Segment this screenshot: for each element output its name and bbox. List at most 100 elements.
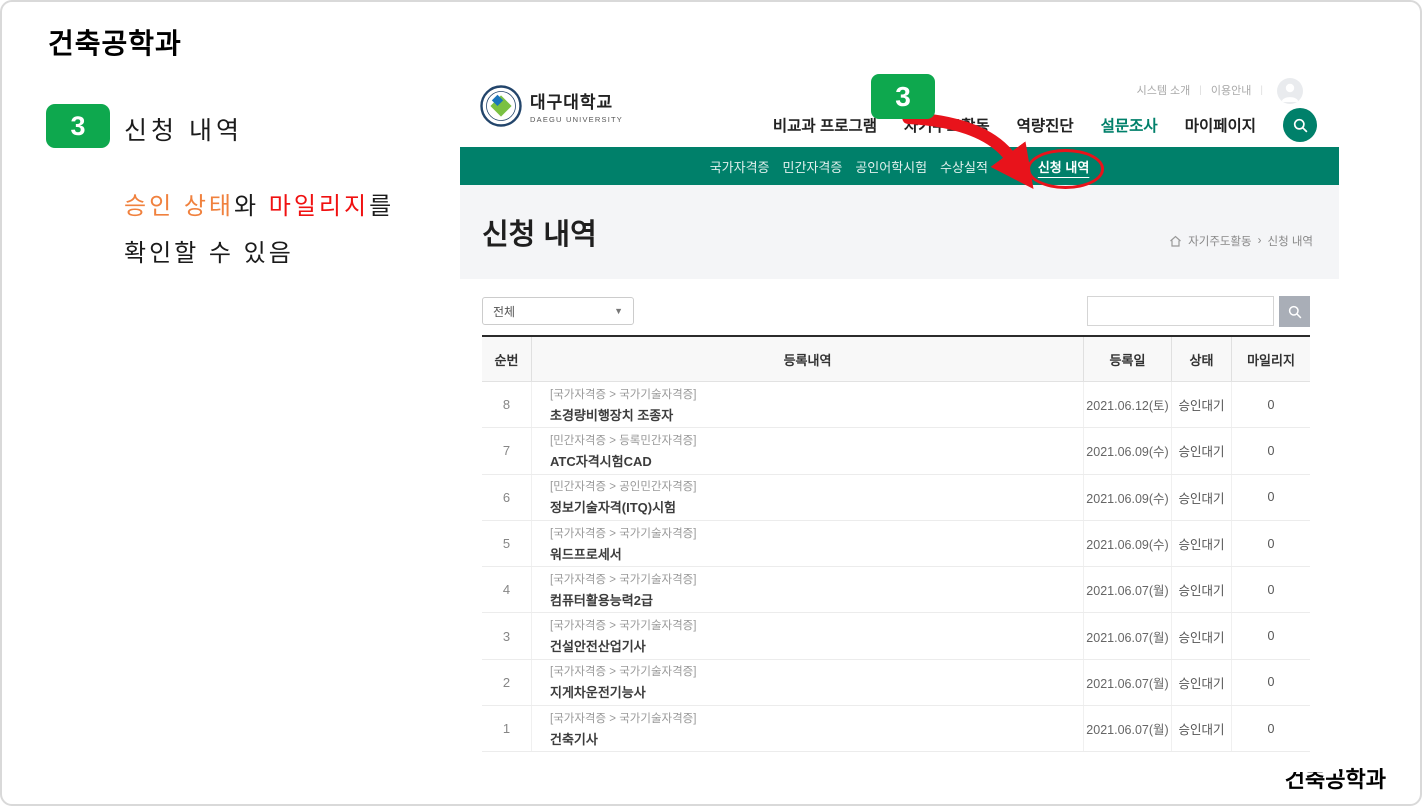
subnav-item-awards[interactable]: 수상실적 (940, 157, 988, 176)
category-filter-dropdown[interactable]: 전체 ▼ (482, 297, 634, 325)
cell-date: 2021.06.09(수) (1084, 428, 1172, 473)
cell-category: [민간자격증 > 공인민간자격증] (550, 478, 696, 494)
cell-status: 승인대기 (1172, 382, 1232, 427)
cell-no: 4 (482, 567, 532, 612)
cell-detail: [국가자격증 > 국가기술자격증]초경량비행장치 조종자 (532, 382, 1084, 427)
cell-detail: [국가자격증 > 국가기술자격증] 건설안전산업기사 (532, 613, 1084, 658)
page-title-band: 신청 내역 자기주도활동 › 신청 내역 (460, 185, 1339, 279)
cell-mileage: 0 (1232, 382, 1310, 427)
cell-date: 2021.06.07(월) (1084, 660, 1172, 705)
cell-status: 승인대기 (1172, 521, 1232, 566)
cell-name: 건축기사 (550, 729, 598, 748)
cell-category: [국가자격증 > 국가기술자격증] (550, 710, 696, 726)
desc-particle1: 와 (234, 193, 269, 220)
nav-item-extracurricular-programs[interactable]: 비교과 프로그램 (773, 114, 877, 136)
sub-navigation: 국가자격증 민간자격증 공인어학시험 수상실적 기타 신청 내역 (460, 147, 1339, 185)
column-header-mileage: 마일리지 (1232, 337, 1310, 381)
slide-title: 건축공학과 (48, 22, 182, 62)
table-header-row: 순번 등록내역 등록일 상태 마일리지 (482, 335, 1310, 382)
breadcrumb-section[interactable]: 자기주도활동 (1188, 233, 1251, 249)
subnav-item-language-test[interactable]: 공인어학시험 (855, 157, 927, 176)
home-icon[interactable] (1169, 235, 1182, 248)
cell-detail: [국가자격증 > 국가기술자격증]컴퓨터활용능력2급 (532, 567, 1084, 612)
cell-category: [국가자격증 > 국가기술자격증] (550, 386, 696, 402)
search-icon (1288, 305, 1302, 319)
cell-no: 7 (482, 428, 532, 473)
university-logo-icon (480, 85, 522, 127)
cell-date: 2021.06.07(월) (1084, 613, 1172, 658)
application-history-table: 순번 등록내역 등록일 상태 마일리지 8 [국가자격증 > 국가기술자격증]초… (482, 335, 1310, 752)
cell-name: 지게차운전기능사 (550, 682, 646, 701)
annotation-red-circle (1027, 149, 1104, 189)
utility-separator: | (1199, 85, 1202, 96)
cell-name: 정보기술자격(ITQ)시험 (550, 497, 676, 516)
user-avatar[interactable] (1277, 78, 1303, 104)
step-description-line1: 승인 상태와 마일리지를 (124, 186, 394, 221)
cell-no: 6 (482, 475, 532, 520)
cell-status: 승인대기 (1172, 475, 1232, 520)
dropdown-selected-value: 전체 (493, 303, 515, 320)
cell-name: 컴퓨터활용능력2급 (550, 590, 653, 609)
column-header-detail: 등록내역 (532, 337, 1084, 381)
table-row: 8 [국가자격증 > 국가기술자격증]초경량비행장치 조종자 2021.06.1… (482, 382, 1310, 428)
cell-detail: [민간자격증 > 등록민간자격증] ATC자격시험CAD (532, 428, 1084, 473)
main-navigation: 비교과 프로그램 자기주도활동 역량진단 설문조사 마이페이지 (773, 108, 1317, 142)
nav-item-competency-diagnosis[interactable]: 역량진단 (1017, 114, 1074, 136)
annotation-step-badge: 3 (871, 74, 935, 119)
cell-mileage: 0 (1232, 521, 1310, 566)
cell-detail: [국가자격증 > 국가기술자격증]워드프로세서 (532, 521, 1084, 566)
logo-name-korean: 대구대학교 (530, 88, 623, 113)
step-description-line2: 확인할 수 있음 (124, 233, 294, 268)
subnav-item-etc[interactable]: 기타 (1001, 157, 1025, 176)
cell-name: 건설안전산업기사 (550, 636, 646, 655)
table-row: 4 [국가자격증 > 국가기술자격증]컴퓨터활용능력2급 2021.06.07(… (482, 567, 1310, 613)
cell-category: [민간자격증 > 등록민간자격증] (550, 432, 696, 448)
table-row: 6 [민간자격증 > 공인민간자격증]정보기술자격(ITQ)시험 2021.06… (482, 475, 1310, 521)
column-header-date: 등록일 (1084, 337, 1172, 381)
column-header-status: 상태 (1172, 337, 1232, 381)
desc-particle2: 를 (369, 193, 394, 220)
cell-status: 승인대기 (1172, 567, 1232, 612)
browser-screenshot: 대구대학교 DAEGU UNIVERSITY 시스템 소개 | 이용안내 | 비… (460, 72, 1339, 772)
cell-status: 승인대기 (1172, 613, 1232, 658)
table-row: 2 [국가자격증 > 국가기술자격증]지게차운전기능사 2021.06.07(월… (482, 660, 1310, 706)
cell-category: [국가자격증 > 국가기술자격증] (550, 617, 696, 633)
table-row: 5 [국가자격증 > 국가기술자격증]워드프로세서 2021.06.09(수) … (482, 521, 1310, 567)
utility-separator: | (1260, 85, 1263, 96)
cell-mileage: 0 (1232, 475, 1310, 520)
cell-detail: [민간자격증 > 공인민간자격증] 정보기술자격(ITQ)시험 (532, 475, 1084, 520)
header-search-button[interactable] (1283, 108, 1317, 142)
table-row: 7 [민간자격증 > 등록민간자격증] ATC자격시험CAD 2021.06.09… (482, 428, 1310, 474)
cell-mileage: 0 (1232, 428, 1310, 473)
subnav-item-private-cert[interactable]: 민간자격증 (783, 157, 843, 176)
cell-mileage: 0 (1232, 706, 1310, 751)
cell-no: 5 (482, 521, 532, 566)
search-input[interactable] (1087, 296, 1274, 326)
step-number-badge: 3 (46, 104, 110, 148)
cell-status: 승인대기 (1172, 706, 1232, 751)
nav-item-survey[interactable]: 설문조사 (1101, 114, 1158, 136)
cell-date: 2021.06.12(토) (1084, 382, 1172, 427)
search-submit-button[interactable] (1279, 296, 1310, 327)
cell-mileage: 0 (1232, 567, 1310, 612)
nav-item-mypage[interactable]: 마이페이지 (1185, 114, 1256, 136)
subnav-item-national-cert[interactable]: 국가자격증 (710, 157, 770, 176)
cell-detail: [국가자격증 > 국가기술자격증]지게차운전기능사 (532, 660, 1084, 705)
utility-links: 시스템 소개 | 이용안내 | (1137, 82, 1263, 98)
university-logo[interactable]: 대구대학교 DAEGU UNIVERSITY (480, 85, 623, 127)
chevron-down-icon: ▼ (614, 306, 623, 316)
step-label: 신청 내역 (124, 111, 243, 147)
cell-date: 2021.06.07(월) (1084, 567, 1172, 612)
desc-mileage: 마일리지 (269, 193, 369, 220)
cell-no: 8 (482, 382, 532, 427)
utility-link-system-intro[interactable]: 시스템 소개 (1137, 82, 1191, 98)
cell-name: ATC자격시험CAD (550, 451, 652, 470)
annotation-badge-number: 3 (895, 81, 911, 113)
table-search (1087, 296, 1310, 327)
breadcrumb-separator: › (1258, 235, 1262, 247)
utility-link-guide[interactable]: 이용안내 (1211, 82, 1251, 98)
cell-detail: [국가자격증 > 국가기술자격증] 건축기사 (532, 706, 1084, 751)
cell-date: 2021.06.09(수) (1084, 521, 1172, 566)
logo-text: 대구대학교 DAEGU UNIVERSITY (530, 88, 623, 124)
page-title: 신청 내역 (482, 211, 597, 253)
